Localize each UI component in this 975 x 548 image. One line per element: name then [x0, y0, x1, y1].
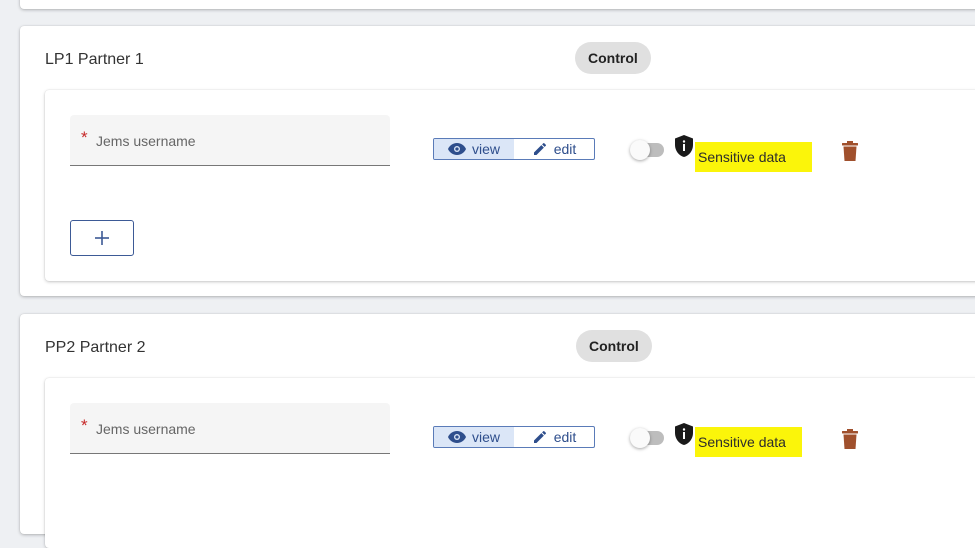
- plus-icon: [95, 231, 109, 245]
- partner-card: PP2 Partner 2 Control * view edit Se: [20, 314, 975, 548]
- sensitive-data-label: Sensitive data: [695, 142, 812, 172]
- control-chip: Control: [575, 42, 651, 74]
- partner-card: LP1 Partner 1 Control * view edit Se: [20, 26, 975, 296]
- edit-option[interactable]: edit: [514, 427, 594, 447]
- sensitive-data-label: Sensitive data: [695, 427, 802, 457]
- eye-icon: [447, 431, 466, 443]
- username-field[interactable]: *: [70, 115, 390, 166]
- username-input[interactable]: [94, 415, 378, 443]
- access-level-toggle: view edit: [433, 138, 595, 160]
- control-chip: Control: [576, 330, 652, 362]
- user-assignment-panel: * view edit Sensitive data: [45, 90, 975, 281]
- partner-title: PP2 Partner 2: [45, 339, 146, 356]
- pencil-icon: [533, 430, 546, 443]
- switch-knob: [630, 428, 650, 448]
- view-option[interactable]: view: [434, 139, 514, 159]
- sensitive-data-text: Sensitive data: [698, 149, 786, 165]
- access-level-toggle: view edit: [433, 426, 595, 448]
- switch-knob: [630, 140, 650, 160]
- pencil-icon: [533, 142, 546, 155]
- view-option[interactable]: view: [434, 427, 514, 447]
- previous-card: [20, 0, 975, 9]
- required-asterisk: *: [81, 416, 88, 435]
- sensitive-data-switch[interactable]: [630, 140, 666, 160]
- edit-label: edit: [553, 141, 577, 157]
- view-label: view: [471, 429, 500, 445]
- shield-info-icon: [675, 423, 693, 445]
- user-assignment-panel: * view edit Sensitive data: [45, 378, 975, 548]
- required-asterisk: *: [81, 128, 88, 147]
- trash-icon[interactable]: [842, 141, 858, 161]
- shield-info-icon: [675, 135, 693, 157]
- edit-label: edit: [553, 429, 577, 445]
- eye-icon: [447, 143, 466, 155]
- username-input[interactable]: [94, 127, 378, 155]
- sensitive-data-text: Sensitive data: [698, 434, 786, 450]
- username-field[interactable]: *: [70, 403, 390, 454]
- edit-option[interactable]: edit: [514, 139, 594, 159]
- add-user-button[interactable]: [70, 220, 134, 256]
- partner-title: LP1 Partner 1: [45, 51, 144, 68]
- sensitive-data-switch[interactable]: [630, 428, 666, 448]
- trash-icon[interactable]: [842, 429, 858, 449]
- view-label: view: [471, 141, 500, 157]
